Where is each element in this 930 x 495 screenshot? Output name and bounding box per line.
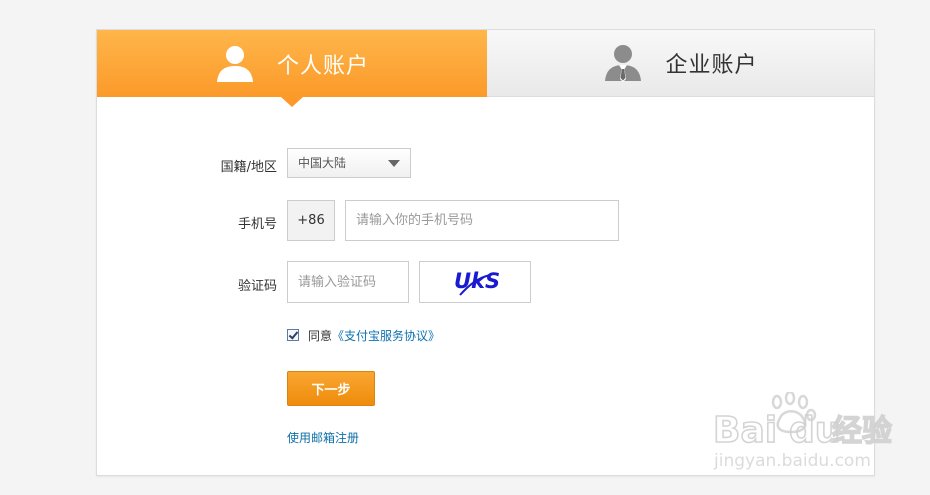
region-label: 国籍/地区 bbox=[220, 160, 277, 175]
chevron-down-icon bbox=[388, 160, 400, 167]
account-type-tabs: 个人账户 企业账户 bbox=[97, 30, 874, 107]
tab-personal-label: 个人账户 bbox=[276, 53, 369, 79]
tab-personal-account[interactable]: 个人账户 bbox=[97, 30, 487, 107]
agree-checkbox[interactable] bbox=[287, 329, 299, 341]
user-icon bbox=[216, 45, 253, 82]
phone-label: 手机号 bbox=[237, 217, 277, 232]
business-user-icon bbox=[605, 45, 642, 82]
captcha-label: 验证码 bbox=[237, 279, 277, 294]
tab-business-account[interactable]: 企业账户 bbox=[487, 30, 874, 97]
captcha-input[interactable] bbox=[287, 261, 409, 303]
next-step-button[interactable]: 下一步 bbox=[287, 371, 375, 406]
captcha-image[interactable]: UkS bbox=[419, 261, 531, 303]
country-code-prefix: +86 bbox=[287, 200, 335, 241]
region-select-value: 中国大陆 bbox=[298, 156, 347, 170]
phone-input[interactable] bbox=[345, 200, 619, 241]
tab-business-label: 企业账户 bbox=[665, 53, 758, 78]
captcha-glyphs: UkS bbox=[454, 269, 500, 296]
registration-panel: 个人账户 企业账户 国籍/地区 中国大陆 手机号 +86 验证码 UkS 同意 bbox=[96, 29, 875, 476]
email-register-link[interactable]: 使用邮箱注册 bbox=[287, 429, 359, 446]
region-select[interactable]: 中国大陆 bbox=[287, 148, 411, 178]
agreement-row: 同意 《支付宝服务协议》 bbox=[287, 327, 440, 343]
agree-text: 同意 bbox=[308, 328, 333, 343]
service-agreement-link[interactable]: 《支付宝服务协议》 bbox=[332, 327, 440, 344]
